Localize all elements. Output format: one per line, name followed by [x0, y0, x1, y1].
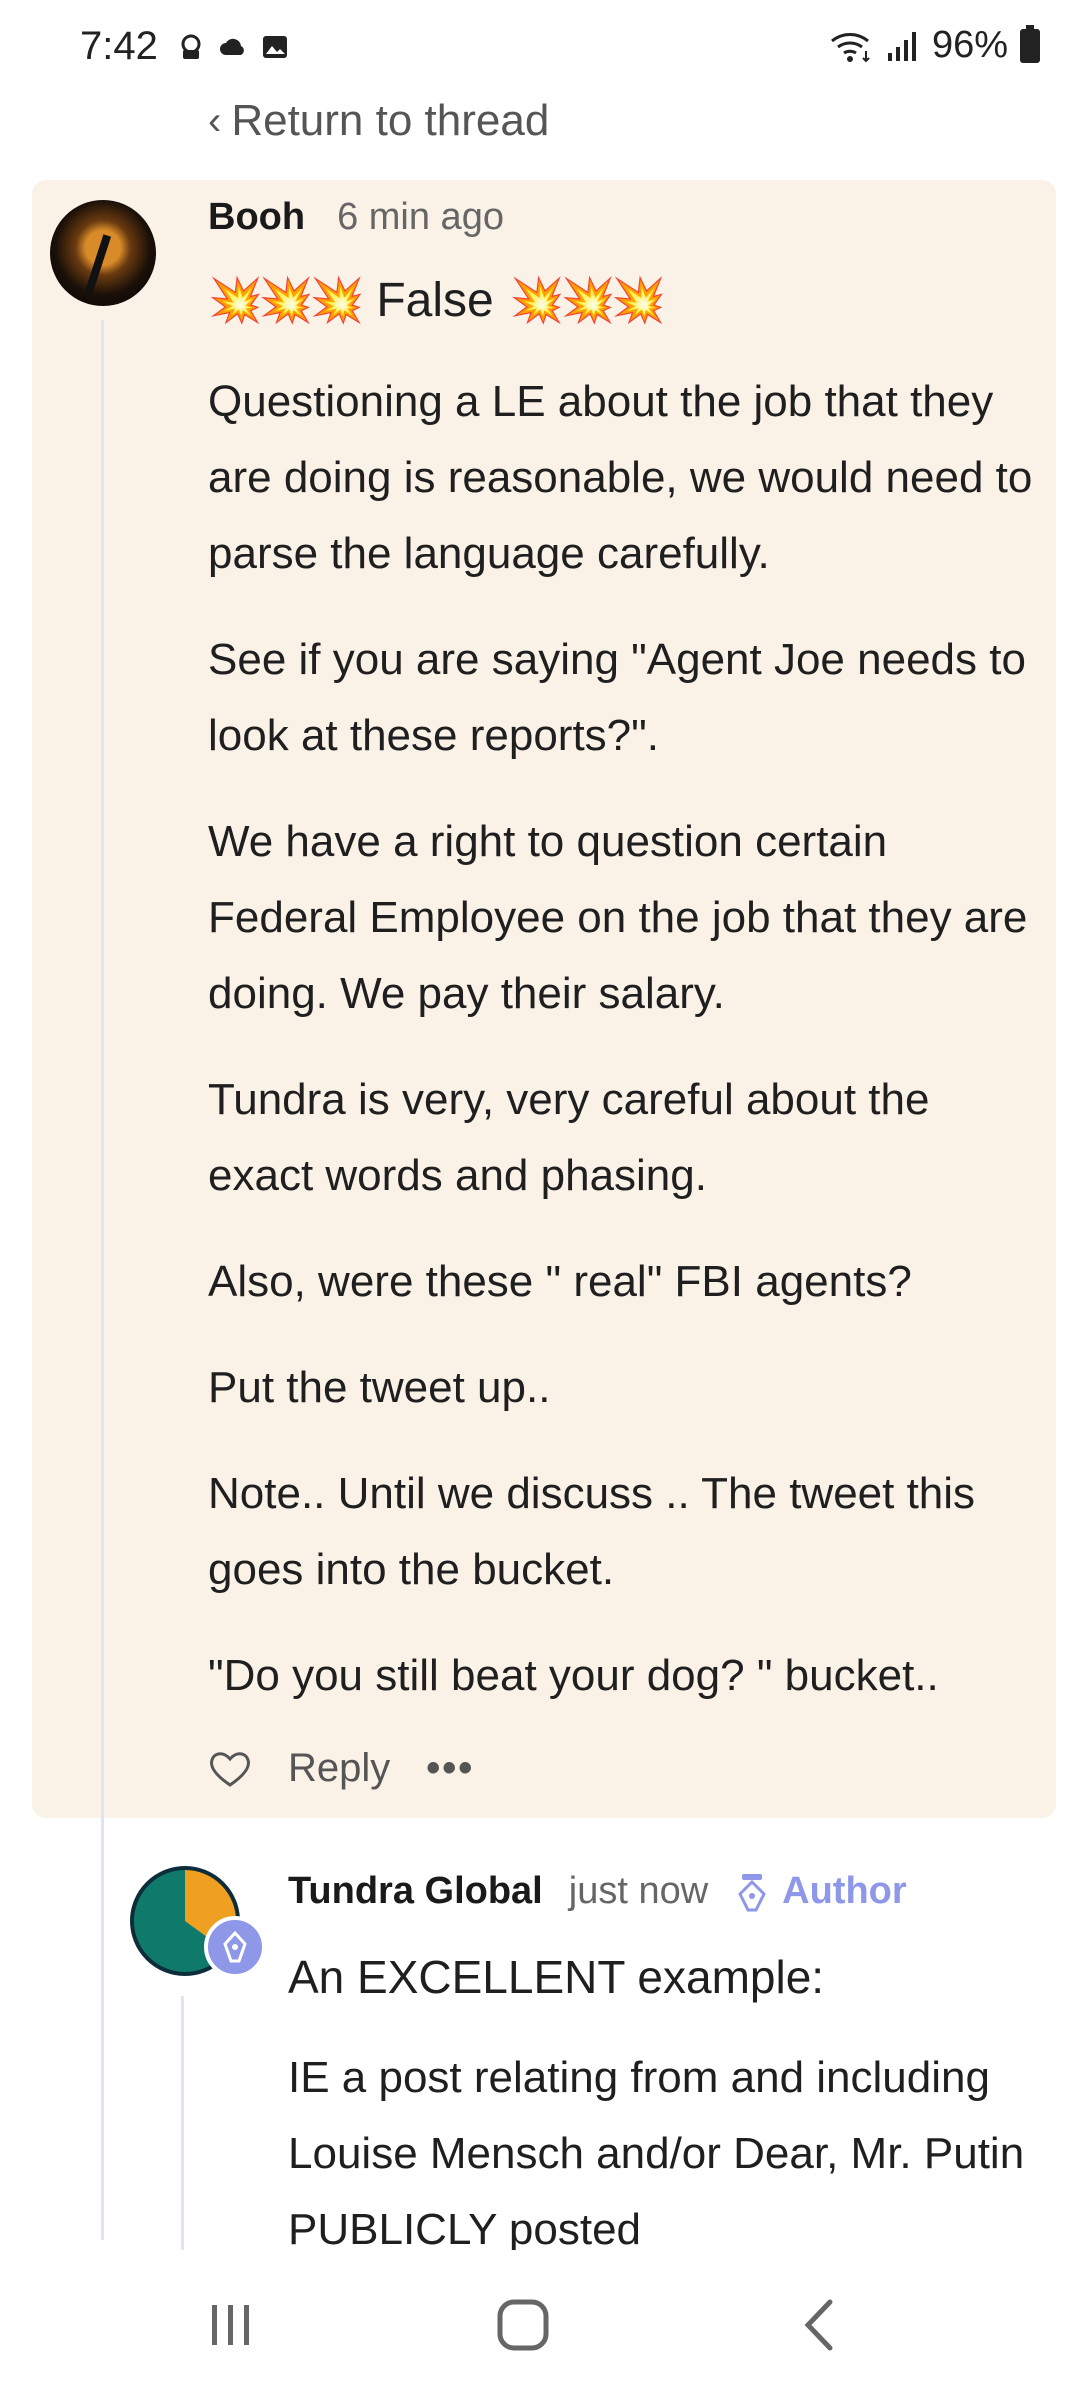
thread-line — [101, 320, 104, 2240]
status-bar: 7:42 96% — [0, 0, 1080, 96]
home-icon — [497, 2299, 549, 2351]
system-nav-bar — [0, 2250, 1080, 2400]
status-time: 7:42 — [80, 24, 158, 68]
reply-meta: Tundra Global just now Author — [288, 1870, 907, 1913]
explosion-emoji-left: 💥💥💥 — [208, 276, 364, 325]
comment-paragraph: Note.. Until we discuss .. The tweet thi… — [208, 1469, 976, 1594]
battery-percent: 96% — [931, 24, 1008, 66]
pen-nib-icon — [223, 1930, 247, 1963]
reply-thread-line — [181, 1996, 184, 2250]
status-icons-left — [176, 32, 290, 62]
comment-paragraph: Also, were these " real" FBI agents? — [208, 1257, 912, 1306]
comment-paragraph: "Do you still beat your dog? " bucket.. — [208, 1651, 939, 1700]
heart-icon[interactable] — [208, 1749, 252, 1789]
comment-body: 💥💥💥 False 💥💥💥 Questioning a LE about the… — [208, 268, 1038, 1744]
comment-paragraph: See if you are saying "Agent Joe needs t… — [208, 635, 1026, 760]
recents-icon — [212, 2305, 249, 2345]
comment-paragraph: Questioning a LE about the job that they… — [208, 377, 1033, 578]
wifi-icon — [830, 32, 870, 62]
cloud-icon — [220, 38, 244, 55]
author-tag-label: Author — [782, 1870, 907, 1912]
more-options-button[interactable]: ••• — [426, 1746, 474, 1791]
comment-paragraph: Tundra is very, very careful about the e… — [208, 1075, 930, 1200]
comment-time: 6 min ago — [337, 196, 504, 238]
reply-body: An EXCELLENT example: IE a post relating… — [288, 1944, 1048, 2250]
pen-nib-icon — [738, 1873, 766, 1911]
reply-author[interactable]: Tundra Global — [288, 1870, 543, 1913]
explosion-emoji-right: 💥💥💥 — [509, 276, 666, 325]
comment-actions: Reply ••• — [208, 1746, 474, 1791]
vpn-icon — [181, 34, 201, 59]
signal-icon — [887, 31, 916, 61]
recent-apps-button[interactable] — [196, 2290, 266, 2360]
author-tag: Author — [734, 1870, 907, 1913]
author-badge-icon — [204, 1916, 266, 1978]
comment-paragraph: We have a right to question certain Fede… — [208, 817, 1028, 1018]
gallery-icon — [263, 36, 287, 58]
reply-button[interactable]: Reply — [288, 1746, 390, 1791]
return-label: Return to thread — [231, 96, 550, 145]
back-arrow-icon: ‹ — [208, 98, 222, 143]
return-to-thread-link[interactable]: ‹ Return to thread — [208, 96, 549, 146]
headline-text: False — [376, 274, 494, 327]
reply-time: just now — [568, 1870, 709, 1912]
comment-headline: 💥💥💥 False 💥💥💥 — [208, 268, 1038, 334]
content-area: 7:42 96% ‹ Return to thread Booh 6 min a… — [0, 0, 1080, 2250]
back-icon — [804, 2299, 833, 2351]
comment-meta: Booh 6 min ago — [208, 196, 504, 239]
comment-paragraph: Put the tweet up.. — [208, 1363, 551, 1412]
battery-icon — [1020, 24, 1040, 63]
home-button[interactable] — [488, 2290, 558, 2360]
avatar[interactable] — [50, 200, 156, 306]
back-button[interactable] — [786, 2290, 856, 2360]
reply-paragraph: IE a post relating from and including Lo… — [288, 2053, 1025, 2250]
comment-author[interactable]: Booh — [208, 196, 305, 239]
status-right: 96% — [830, 24, 1040, 67]
reply-lead: An EXCELLENT example: — [288, 1951, 825, 2003]
